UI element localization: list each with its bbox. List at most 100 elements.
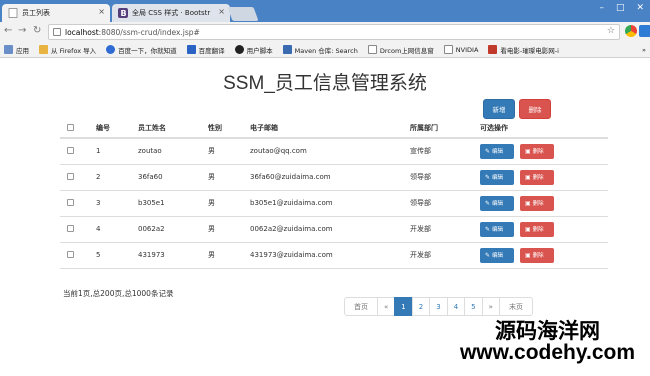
edit-button[interactable]: ✎ 编辑 — [480, 143, 514, 159]
row-checkbox[interactable] — [67, 172, 74, 180]
new-tab-button[interactable] — [227, 7, 259, 21]
page-2[interactable]: 2 — [411, 297, 431, 316]
page-1[interactable]: 1 — [394, 297, 413, 316]
page-5[interactable]: 5 — [464, 297, 483, 316]
cell-id: 4 — [92, 216, 134, 243]
cell-id: 3 — [92, 190, 134, 217]
row-select-cell — [60, 138, 92, 165]
row-delete-button[interactable]: ▣ 删除 — [520, 143, 554, 159]
trash-icon: ▣ — [525, 225, 531, 233]
bookmark-userscript[interactable]: 用户脚本 — [234, 45, 273, 55]
extension-icon[interactable] — [639, 25, 650, 37]
header-name: 员工姓名 — [134, 119, 204, 139]
page-first[interactable]: 首页 — [344, 297, 378, 316]
url-host: localhost — [65, 27, 99, 37]
row-delete-button[interactable]: ▣ 删除 — [520, 247, 554, 263]
movie-icon — [488, 45, 498, 54]
tab-bootstrap-css[interactable]: B 全局 CSS 样式 · Bootstr × — [112, 4, 230, 22]
forward-icon[interactable]: → — [18, 25, 26, 36]
bookmark-baidu[interactable]: 百度一下，你就知道 — [106, 45, 177, 55]
cell-gender: 男 — [204, 242, 246, 269]
table-row: 1 zoutao 男 zoutao@qq.com 宣传部 ✎ 编辑 ▣ 删除 — [60, 138, 608, 165]
row-checkbox[interactable] — [67, 224, 74, 232]
pencil-icon: ✎ — [485, 251, 491, 259]
table-row: 5 431973 男 431973@zuidaima.com 开发部 ✎ 编辑 ▣ 删除 — [60, 242, 608, 269]
cell-email: b305e1@zuidaima.com — [246, 190, 406, 217]
cell-email: 431973@zuidaima.com — [246, 242, 406, 269]
bookmark-apps[interactable]: 应用 — [4, 45, 29, 55]
select-all-cell — [60, 119, 92, 139]
tab-employee-list[interactable]: 员工列表 × — [2, 4, 110, 22]
cell-actions: ✎ 编辑 ▣ 删除 — [476, 138, 608, 165]
row-delete-button[interactable]: ▣ 删除 — [520, 195, 554, 211]
maven-icon — [282, 45, 292, 54]
tab-title: 员工列表 — [22, 9, 50, 17]
minimize-icon[interactable]: – — [599, 3, 604, 13]
back-icon[interactable]: ← — [4, 25, 12, 36]
pencil-icon: ✎ — [485, 147, 491, 155]
select-all-checkbox[interactable] — [67, 123, 74, 131]
cell-gender: 男 — [204, 138, 246, 165]
watermark-url: www.codehy.com — [459, 341, 636, 365]
trash-icon: ▣ — [525, 173, 531, 181]
pencil-icon: ✎ — [485, 173, 491, 181]
bookmark-movie[interactable]: 看电影-璀璨电影网-i — [488, 45, 559, 55]
edit-button[interactable]: ✎ 编辑 — [480, 195, 514, 211]
window-controls: – □ ✕ — [599, 3, 644, 13]
page-icon — [8, 8, 18, 18]
address-bar[interactable]: localhost:8080/ssm-crud/index.jsp# ☆ — [48, 24, 620, 40]
page-4[interactable]: 4 — [446, 297, 466, 316]
row-delete-button[interactable]: ▣ 删除 — [520, 221, 554, 237]
bootstrap-icon: B — [118, 8, 128, 18]
url-path: :8080/ssm-crud/index.jsp# — [98, 27, 200, 37]
browser-tabstrip: 员工列表 × B 全局 CSS 样式 · Bootstr × – □ ✕ — [0, 0, 650, 22]
cell-id: 2 — [92, 164, 134, 191]
more-bookmarks-icon[interactable]: » — [642, 46, 646, 54]
bookmark-maven[interactable]: Maven 仓库: Search — [282, 45, 358, 55]
pencil-icon: ✎ — [485, 225, 491, 233]
header-email: 电子邮箱 — [246, 119, 406, 139]
row-select-cell — [60, 216, 92, 243]
row-select-cell — [60, 242, 92, 269]
page-3[interactable]: 3 — [429, 297, 448, 316]
cell-gender: 男 — [204, 190, 246, 217]
reload-icon[interactable]: ↻ — [33, 25, 41, 36]
row-checkbox[interactable] — [67, 146, 74, 154]
page-last[interactable]: 末页 — [498, 297, 533, 316]
edit-button[interactable]: ✎ 编辑 — [480, 221, 514, 237]
bookmark-drcom[interactable]: Drcom上网信息窗 — [367, 45, 434, 55]
page-info-icon[interactable] — [53, 28, 61, 36]
pencil-icon: ✎ — [485, 199, 491, 207]
cell-gender: 男 — [204, 164, 246, 191]
bookmark-star-icon[interactable]: ☆ — [607, 26, 615, 36]
row-delete-button[interactable]: ▣ 删除 — [520, 169, 554, 185]
cell-name: 0062a2 — [134, 216, 204, 243]
maximize-icon[interactable]: □ — [616, 3, 625, 13]
close-tab-icon[interactable]: × — [98, 7, 105, 16]
header-gender: 性别 — [204, 119, 246, 139]
edit-button[interactable]: ✎ 编辑 — [480, 169, 514, 185]
cell-dept: 开发部 — [406, 216, 476, 243]
cell-id: 1 — [92, 138, 134, 165]
edit-button[interactable]: ✎ 编辑 — [480, 247, 514, 263]
header-id: 编号 — [92, 119, 134, 139]
bookmark-firefox-import[interactable]: 从 Firefox 导入 — [39, 45, 96, 55]
close-window-icon[interactable]: ✕ — [636, 3, 644, 13]
row-checkbox[interactable] — [67, 198, 74, 206]
page-prev[interactable]: « — [377, 297, 396, 316]
employee-table: 编号 员工姓名 性别 电子邮箱 所属部门 可选操作 1 zoutao 男 zoutao… — [60, 119, 608, 269]
bookmark-baidu-translate[interactable]: 百度翻译 — [186, 45, 225, 55]
delete-selected-button[interactable]: 删除 — [519, 99, 551, 119]
page-next[interactable]: » — [481, 297, 500, 316]
close-tab-icon[interactable]: × — [218, 7, 225, 16]
cell-actions: ✎ 编辑 ▣ 删除 — [476, 164, 608, 191]
translate-icon — [186, 45, 196, 54]
folder-icon — [39, 45, 48, 54]
add-employee-button[interactable]: 新增 — [483, 99, 515, 119]
row-checkbox[interactable] — [67, 250, 74, 258]
table-row: 2 36fa60 男 36fa60@zuidaima.com 领导部 ✎ 编辑 ▣ 删除 — [60, 164, 608, 191]
bookmark-nvidia[interactable]: NVIDIA — [443, 45, 478, 54]
extension-icon[interactable] — [625, 25, 637, 37]
baidu-paw-icon — [106, 45, 116, 54]
pagination-info: 当前1页,总200页,总1000条记录 — [63, 289, 174, 298]
